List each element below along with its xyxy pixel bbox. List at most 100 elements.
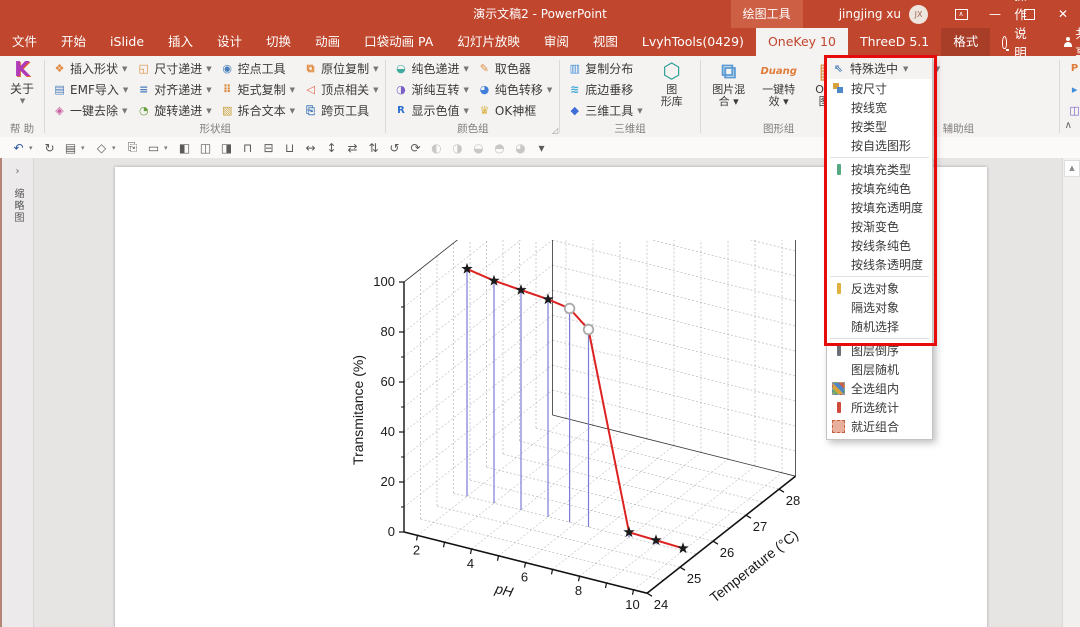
ribbon-button-纯色递进[interactable]: ◒ 纯色递进 ▼ (389, 58, 472, 79)
shapes-icon[interactable]: ◇ (91, 141, 112, 155)
tab-ThreeD 5.1[interactable]: ThreeD 5.1 (848, 28, 941, 56)
chevron-down-icon[interactable]: ▾ (81, 144, 91, 152)
undo-icon[interactable]: ↶ (8, 141, 29, 155)
ribbon-button-对齐递进[interactable]: ≡ 对齐递进 ▼ (132, 79, 215, 100)
ribbon-button-旋转递进[interactable]: ◔ 旋转递进 ▼ (132, 100, 215, 121)
menu-item-按填充纯色[interactable]: 按填充纯色 (827, 179, 932, 198)
menu-item-按尺寸[interactable]: 按尺寸 (827, 79, 932, 98)
ribbon-button-文档处理[interactable]: P文档处理▼ (1063, 58, 1080, 79)
tab-设计[interactable]: 设计 (205, 28, 254, 56)
chevron-down-icon[interactable]: ▾ (29, 144, 39, 152)
thumbnail-pane-collapsed[interactable]: › 缩略图 (2, 158, 34, 627)
redo-icon[interactable]: ↻ (39, 141, 60, 155)
ribbon-button-跨页工具[interactable]: ⎘ 跨页工具 (299, 100, 382, 121)
tab-审阅[interactable]: 审阅 (532, 28, 581, 56)
ribbon-button-尺寸递进[interactable]: ◱ 尺寸递进 ▼ (132, 58, 215, 79)
ribbon-button-顶点相关[interactable]: ◁ 顶点相关 ▼ (299, 79, 382, 100)
menu-item-隔选对象[interactable]: 隔选对象 (827, 298, 932, 317)
tab-格式[interactable]: 格式 (941, 28, 991, 56)
tab-LvyhTools(0429)[interactable]: LvyhTools(0429) (630, 28, 756, 56)
rotate-right-icon[interactable]: ⟳ (405, 141, 426, 155)
align-bottom-icon[interactable]: ⊔ (279, 141, 300, 155)
menu-item-按填充透明度[interactable]: 按填充透明度 (827, 198, 932, 217)
tell-me-search[interactable]: 操作说明搜索 (990, 0, 1047, 98)
tab-视图[interactable]: 视图 (581, 28, 630, 56)
ribbon-button-拆合文本[interactable]: ▧ 拆合文本 ▼ (216, 100, 299, 121)
align-left-icon[interactable]: ◧ (174, 141, 195, 155)
share-button[interactable]: 共享 (1047, 26, 1080, 60)
menu-item-label: 所选统计 (851, 401, 900, 415)
minimize-button[interactable]: — (978, 0, 1012, 28)
slide-layout-icon[interactable]: ▤ (60, 141, 81, 155)
expand-pane-arrow-icon[interactable]: › (2, 166, 33, 177)
user-name[interactable]: jingjing xu (839, 7, 901, 21)
menu-item-全选组内[interactable]: 全选组内 (827, 379, 932, 398)
ribbon-button-视频工具[interactable]: ▸视频工具▼ (1063, 79, 1080, 100)
align-right-icon[interactable]: ◨ (216, 141, 237, 155)
menu-item-随机选择[interactable]: 随机选择 (827, 317, 932, 336)
tab-口袋动画 PA[interactable]: 口袋动画 PA (352, 28, 445, 56)
ribbon-button-三维工具[interactable]: ◆ 三维工具 ▼ (563, 100, 646, 121)
ribbon-button-一键去除[interactable]: ◈ 一键去除 ▼ (48, 100, 132, 121)
ribbon-button-显示色值[interactable]: R 显示色值 ▼ (389, 100, 472, 121)
ribbon-button-复制分布[interactable]: ▥ 复制分布 (563, 58, 646, 79)
align-middle-icon[interactable]: ⊟ (258, 141, 279, 155)
ribbon-button-控点工具[interactable]: ◉ 控点工具 (216, 58, 299, 79)
circle-marker[interactable] (582, 323, 595, 336)
menu-item-所选统计[interactable]: 所选统计 (827, 398, 932, 417)
dialog-launcher-icon[interactable]: ◿ (552, 126, 558, 135)
menu-item-反选对象[interactable]: 反选对象 (827, 279, 932, 298)
align-center-icon[interactable]: ◫ (195, 141, 216, 155)
menu-item-按线宽[interactable]: 按线宽 (827, 98, 932, 117)
distribute-horizontal-icon[interactable]: ↔ (300, 141, 321, 155)
ribbon-button-纯色转移[interactable]: ◕ 纯色转移 ▼ (473, 79, 556, 100)
special-select-button[interactable]: ⇖ 特殊选中 ▼ (827, 58, 932, 79)
3d-chart[interactable]: 0 20 40 60 80 100 2 4 6 8 10 24 25 26 27 28 Transmitance… (325, 164, 865, 627)
flip-vertical-icon[interactable]: ⇅ (363, 141, 384, 155)
ribbon-bigbutton-图片混合[interactable]: ⧉ 图片混 合 ▾ (704, 58, 754, 108)
rotate-left-icon[interactable]: ↺ (384, 141, 405, 155)
ribbon-display-options-button[interactable]: ∧ (944, 0, 978, 28)
duplicate-slide-icon[interactable]: ⎘ (122, 140, 143, 155)
ribbon-bigbutton-一键特效[interactable]: Duang 一键特 效 ▾ (754, 58, 804, 108)
ribbon-button-取色器[interactable]: ✎ 取色器 (473, 58, 556, 79)
chevron-down-icon[interactable]: ▾ (164, 144, 174, 152)
menu-item-按线条透明度[interactable]: 按线条透明度 (827, 255, 932, 274)
svg-text:60: 60 (381, 374, 395, 389)
ribbon-button-矩式复制[interactable]: ⠿ 矩式复制 ▼ (216, 79, 299, 100)
align-top-icon[interactable]: ⊓ (237, 141, 258, 155)
menu-item-按填充类型[interactable]: 按填充类型 (827, 160, 932, 179)
qat-more-icon[interactable]: ▾ (531, 141, 552, 155)
tab-开始[interactable]: 开始 (49, 28, 98, 56)
menu-item-按自选图形[interactable]: 按自选图形 (827, 136, 932, 155)
circle-marker[interactable] (563, 302, 576, 315)
tab-OneKey 10[interactable]: OneKey 10 (755, 28, 848, 56)
menu-item-就近组合[interactable]: 就近组合 (827, 417, 932, 436)
new-slide-icon[interactable]: ▭ (143, 141, 164, 155)
tab-iSlide[interactable]: iSlide (98, 28, 156, 56)
ribbon-button-逐帧相关[interactable]: ◫逐帧相关▼ (1063, 100, 1080, 121)
menu-item-图层随机[interactable]: 图层随机 (827, 360, 932, 379)
menu-item-图层倒序[interactable]: 图层倒序 (827, 341, 932, 360)
avatar[interactable]: JX (909, 4, 928, 24)
ribbon-button-OK神框[interactable]: ♛ OK神框 (473, 100, 556, 121)
tab-切换[interactable]: 切换 (254, 28, 303, 56)
tab-插入[interactable]: 插入 (156, 28, 205, 56)
tab-幻灯片放映[interactable]: 幻灯片放映 (445, 28, 532, 56)
menu-item-按类型[interactable]: 按类型 (827, 117, 932, 136)
tab-动画[interactable]: 动画 (303, 28, 352, 56)
distribute-vertical-icon[interactable]: ↕ (321, 141, 342, 155)
flip-horizontal-icon[interactable]: ⇄ (342, 141, 363, 155)
chevron-down-icon[interactable]: ▾ (112, 144, 122, 152)
ribbon-button-插入形状[interactable]: ❖ 插入形状 ▼ (48, 58, 132, 79)
ribbon-bigbutton-图形库[interactable]: ⬡ 图 形库 (647, 58, 697, 108)
menu-item-按渐变色[interactable]: 按渐变色 (827, 217, 932, 236)
about-button[interactable]: 关于 ▼ (6, 80, 38, 105)
collapse-ribbon-button[interactable]: ∧ (1065, 120, 1072, 624)
ribbon-button-原位复制[interactable]: ⧉ 原位复制 ▼ (299, 58, 382, 79)
tab-文件[interactable]: 文件 (0, 28, 49, 56)
menu-item-按线条纯色[interactable]: 按线条纯色 (827, 236, 932, 255)
ribbon-button-渐纯互转[interactable]: ◑ 渐纯互转 ▼ (389, 79, 472, 100)
ribbon-button-底边垂移[interactable]: ≋ 底边垂移 (563, 79, 646, 100)
ribbon-button-EMF导入[interactable]: ▤ EMF导入 ▼ (48, 79, 132, 100)
